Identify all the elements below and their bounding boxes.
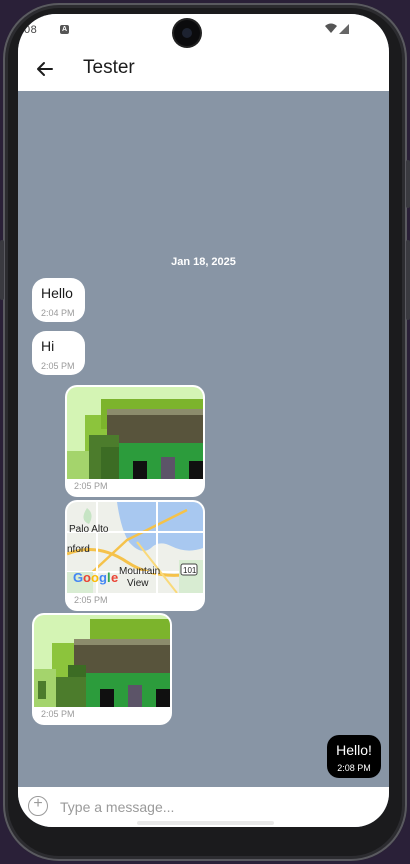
- svg-text:o: o: [83, 570, 91, 585]
- message-time: 2:05 PM: [74, 595, 108, 605]
- message-time: 2:08 PM: [337, 763, 371, 773]
- notification-icon: A: [60, 25, 69, 34]
- google-logo: G o o g l e: [73, 570, 118, 585]
- power-button: [406, 240, 410, 320]
- message-text: Hi: [41, 338, 55, 354]
- map-label-mountain: Mountain: [119, 566, 160, 577]
- app-bar: Tester: [18, 46, 389, 91]
- svg-text:g: g: [99, 570, 107, 585]
- map-label-stanford: nford: [67, 544, 90, 555]
- svg-text:e: e: [111, 570, 118, 585]
- wifi-signal-icon: [325, 23, 351, 38]
- svg-text:G: G: [73, 570, 83, 585]
- home-indicator[interactable]: [137, 821, 274, 825]
- message-text: Hello: [41, 285, 73, 301]
- image-message[interactable]: 2:05 PM: [65, 385, 205, 497]
- message-time: 2:05 PM: [74, 481, 108, 491]
- plus-icon: +: [33, 795, 43, 812]
- map-label-view: View: [127, 578, 149, 589]
- map-label-palo-alto: Palo Alto: [69, 524, 109, 535]
- svg-text:o: o: [91, 570, 99, 585]
- message-bubble-incoming[interactable]: Hi 2:05 PM: [32, 331, 85, 375]
- arrow-left-icon: [37, 62, 53, 76]
- screen: 08 A Tester Jan 18, 2025 Hello 2:04 PM H…: [18, 14, 389, 827]
- message-bubble-incoming[interactable]: Hello 2:04 PM: [32, 278, 85, 322]
- message-time: 2:05 PM: [41, 361, 75, 371]
- front-camera: [174, 20, 200, 46]
- side-button-left: [0, 240, 4, 300]
- message-time: 2:04 PM: [41, 308, 75, 318]
- add-attachment-button[interactable]: +: [28, 795, 48, 816]
- volume-button: [406, 160, 410, 208]
- image-thumbnail[interactable]: [34, 615, 170, 707]
- map-label-highway: 101: [183, 566, 197, 575]
- message-input[interactable]: [58, 793, 372, 821]
- chat-title: Tester: [83, 57, 135, 78]
- image-message[interactable]: 2:05 PM: [32, 613, 172, 725]
- map-thumbnail[interactable]: 101 Palo Alto nford Mountain View G o o …: [67, 502, 203, 593]
- message-time: 2:05 PM: [41, 709, 75, 719]
- status-bar: 08 A: [18, 14, 389, 46]
- message-text: Hello!: [336, 742, 372, 758]
- message-list[interactable]: Jan 18, 2025 Hello 2:04 PM Hi 2:05 PM 2:…: [18, 91, 389, 787]
- back-button[interactable]: [30, 54, 60, 84]
- message-bubble-outgoing[interactable]: Hello! 2:08 PM: [327, 735, 381, 778]
- image-thumbnail[interactable]: [67, 387, 203, 479]
- map-message[interactable]: 101 Palo Alto nford Mountain View G o o …: [65, 500, 205, 611]
- date-separator: Jan 18, 2025: [171, 256, 236, 268]
- status-time: 08: [24, 24, 38, 36]
